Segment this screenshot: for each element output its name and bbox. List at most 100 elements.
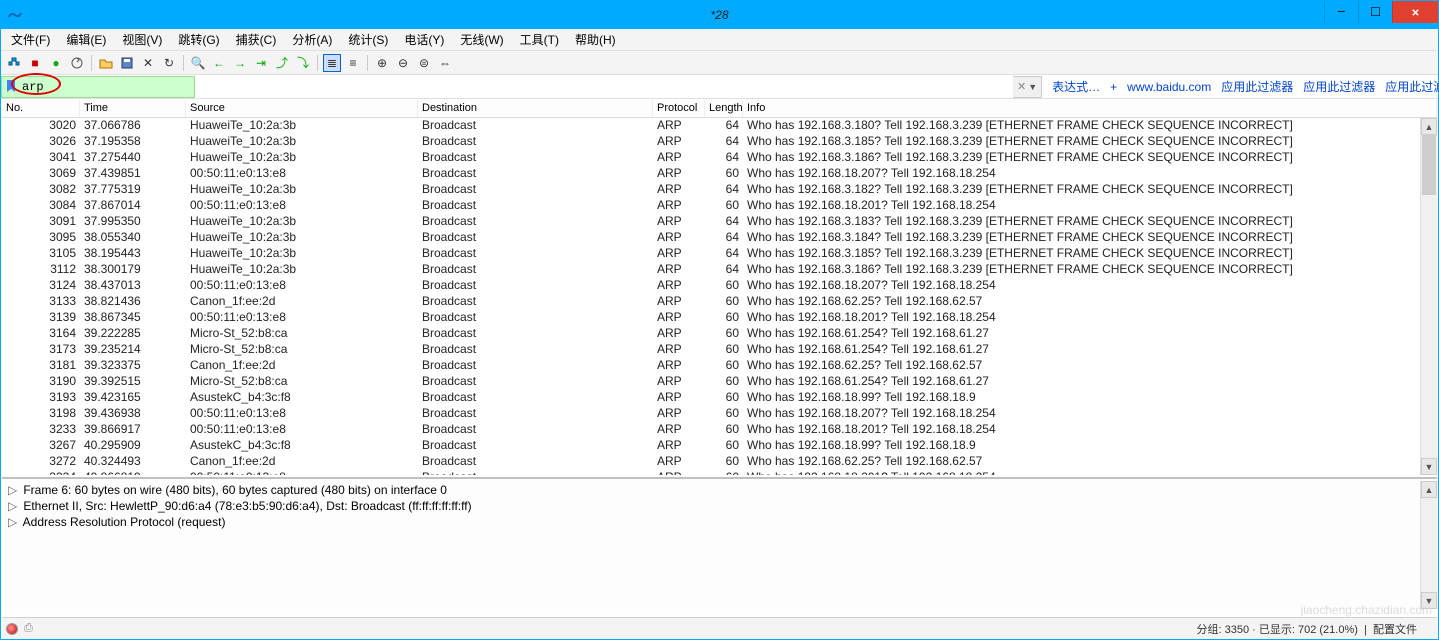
- scroll-down-icon[interactable]: ▼: [1421, 458, 1437, 475]
- apply-filter-1[interactable]: 应用此过滤器: [1221, 78, 1293, 95]
- column-time[interactable]: Time: [80, 100, 186, 117]
- scroll-up-icon[interactable]: ▲: [1421, 118, 1437, 135]
- packet-row[interactable]: 319839.43693800:50:11:e0:13:e8BroadcastA…: [2, 406, 1437, 422]
- cell-info: Who has 192.168.18.201? Tell 192.168.18.…: [743, 310, 1437, 326]
- menu-tools[interactable]: 工具(T): [512, 31, 567, 48]
- cell-len: 64: [705, 230, 743, 246]
- cell-proto: ARP: [653, 470, 705, 475]
- packet-row[interactable]: 326740.295909AsustekC_b4:3c:f8BroadcastA…: [2, 438, 1437, 454]
- menu-help[interactable]: 帮助(H): [567, 31, 624, 48]
- column-protocol[interactable]: Protocol: [653, 100, 705, 117]
- scroll-thumb[interactable]: [1422, 135, 1436, 195]
- menu-capture[interactable]: 捕获(C): [228, 31, 285, 48]
- first-packet-icon[interactable]: ⤴: [273, 54, 291, 72]
- minimize-button[interactable]: ─: [1324, 1, 1358, 23]
- packet-row[interactable]: 333440.86681900:50:11:e0:13:e8BroadcastA…: [2, 470, 1437, 475]
- packet-row[interactable]: 323339.86691700:50:11:e0:13:e8BroadcastA…: [2, 422, 1437, 438]
- forward-icon[interactable]: →: [231, 54, 249, 72]
- interfaces-icon[interactable]: [5, 54, 23, 72]
- reload-icon[interactable]: ↻: [160, 54, 178, 72]
- scroll-up-icon[interactable]: ▲: [1421, 481, 1437, 498]
- restart-capture-icon[interactable]: [68, 54, 86, 72]
- packet-row[interactable]: 319039.392515Micro-St_52:b8:caBroadcastA…: [2, 374, 1437, 390]
- packet-list-header[interactable]: No. Time Source Destination Protocol Len…: [2, 100, 1437, 118]
- packet-row[interactable]: 302637.195358HuaweiTe_10:2a:3bBroadcastA…: [2, 134, 1437, 150]
- detail-item[interactable]: ▷ Ethernet II, Src: HewlettP_90:d6:a4 (7…: [8, 499, 1431, 515]
- cell-time: 39.866917: [80, 422, 186, 438]
- column-destination[interactable]: Destination: [418, 100, 653, 117]
- stop-capture-icon[interactable]: ●: [47, 54, 65, 72]
- apply-filter-3[interactable]: 应用此过滤器: [1385, 78, 1439, 95]
- last-packet-icon[interactable]: ⤵: [294, 54, 312, 72]
- packet-row[interactable]: 317339.235214Micro-St_52:b8:caBroadcastA…: [2, 342, 1437, 358]
- colorize-icon[interactable]: ≡: [344, 54, 362, 72]
- packet-row[interactable]: 304137.275440HuaweiTe_10:2a:3bBroadcastA…: [2, 150, 1437, 166]
- cell-time: 39.323375: [80, 358, 186, 374]
- packet-details-pane[interactable]: ▷ Frame 6: 60 bytes on wire (480 bits), …: [2, 477, 1437, 609]
- jump-icon[interactable]: ⇥: [252, 54, 270, 72]
- column-no[interactable]: No.: [2, 100, 80, 117]
- cell-dst: Broadcast: [418, 214, 653, 230]
- packet-row[interactable]: 313338.821436Canon_1f:ee:2dBroadcastARP6…: [2, 294, 1437, 310]
- menu-analyze[interactable]: 分析(A): [284, 31, 340, 48]
- apply-filter-2[interactable]: 应用此过滤器: [1303, 78, 1375, 95]
- expand-icon[interactable]: ▷: [8, 515, 20, 529]
- add-button[interactable]: +: [1110, 80, 1117, 94]
- menu-wireless[interactable]: 无线(W): [452, 31, 511, 48]
- display-filter-input[interactable]: [1, 76, 195, 98]
- profile-label[interactable]: 配置文件: [1373, 624, 1417, 636]
- bookmark-icon[interactable]: [4, 79, 18, 93]
- menu-stats[interactable]: 统计(S): [340, 31, 396, 48]
- expand-icon[interactable]: ▷: [8, 483, 20, 497]
- close-button[interactable]: ✕: [1392, 1, 1438, 23]
- history-dropdown-icon[interactable]: ▼: [1028, 82, 1037, 92]
- menu-go[interactable]: 跳转(G): [170, 31, 227, 48]
- menu-view[interactable]: 视图(V): [114, 31, 170, 48]
- close-file-icon[interactable]: ✕: [139, 54, 157, 72]
- start-capture-icon[interactable]: ■: [26, 54, 44, 72]
- packet-rows[interactable]: 302037.066786HuaweiTe_10:2a:3bBroadcastA…: [2, 118, 1437, 475]
- column-source[interactable]: Source: [186, 100, 418, 117]
- packet-row[interactable]: 306937.43985100:50:11:e0:13:e8BroadcastA…: [2, 166, 1437, 182]
- packet-row[interactable]: 316439.222285Micro-St_52:b8:caBroadcastA…: [2, 326, 1437, 342]
- expression-button[interactable]: 表达式…: [1052, 78, 1100, 95]
- packet-row[interactable]: 309137.995350HuaweiTe_10:2a:3bBroadcastA…: [2, 214, 1437, 230]
- vertical-scrollbar[interactable]: ▲ ▼: [1420, 118, 1437, 475]
- packet-row[interactable]: 310538.195443HuaweiTe_10:2a:3bBroadcastA…: [2, 246, 1437, 262]
- cell-proto: ARP: [653, 262, 705, 278]
- capture-running-icon[interactable]: ⎙: [24, 622, 33, 635]
- expert-info-icon[interactable]: [6, 623, 18, 635]
- packet-row[interactable]: 308237.775319HuaweiTe_10:2a:3bBroadcastA…: [2, 182, 1437, 198]
- column-length[interactable]: Length: [705, 100, 743, 117]
- packet-row[interactable]: 319339.423165AsustekC_b4:3c:f8BroadcastA…: [2, 390, 1437, 406]
- clear-filter-icon[interactable]: ✕: [1017, 80, 1026, 93]
- packet-row[interactable]: 327240.324493Canon_1f:ee:2dBroadcastARP6…: [2, 454, 1437, 470]
- menu-edit[interactable]: 编辑(E): [58, 31, 114, 48]
- maximize-button[interactable]: ☐: [1358, 1, 1392, 23]
- zoom-in-icon[interactable]: ⊕: [373, 54, 391, 72]
- detail-item[interactable]: ▷ Frame 6: 60 bytes on wire (480 bits), …: [8, 483, 1431, 499]
- find-icon[interactable]: 🔍: [189, 54, 207, 72]
- site-link[interactable]: www.baidu.com: [1127, 80, 1211, 94]
- packet-row[interactable]: 311238.300179HuaweiTe_10:2a:3bBroadcastA…: [2, 262, 1437, 278]
- packet-row[interactable]: 308437.86701400:50:11:e0:13:e8BroadcastA…: [2, 198, 1437, 214]
- zoom-reset-icon[interactable]: ⊜: [415, 54, 433, 72]
- column-info[interactable]: Info: [743, 100, 1437, 117]
- details-scrollbar[interactable]: ▲ ▼: [1420, 481, 1437, 609]
- save-icon[interactable]: [118, 54, 136, 72]
- expand-icon[interactable]: ▷: [8, 499, 20, 513]
- zoom-out-icon[interactable]: ⊖: [394, 54, 412, 72]
- resize-columns-icon[interactable]: ⇔: [436, 54, 454, 72]
- packet-row[interactable]: 313938.86734500:50:11:e0:13:e8BroadcastA…: [2, 310, 1437, 326]
- packet-row[interactable]: 309538.055340HuaweiTe_10:2a:3bBroadcastA…: [2, 230, 1437, 246]
- packet-row[interactable]: 302037.066786HuaweiTe_10:2a:3bBroadcastA…: [2, 118, 1437, 134]
- back-icon[interactable]: ←: [210, 54, 228, 72]
- menu-file[interactable]: 文件(F): [3, 31, 58, 48]
- detail-item[interactable]: ▷ Address Resolution Protocol (request): [8, 515, 1431, 531]
- menu-telephony[interactable]: 电话(Y): [396, 31, 452, 48]
- open-icon[interactable]: [97, 54, 115, 72]
- packet-row[interactable]: 318139.323375Canon_1f:ee:2dBroadcastARP6…: [2, 358, 1437, 374]
- autoscroll-icon[interactable]: ≣: [323, 54, 341, 72]
- scroll-down-icon[interactable]: ▼: [1421, 592, 1437, 609]
- packet-row[interactable]: 312438.43701300:50:11:e0:13:e8BroadcastA…: [2, 278, 1437, 294]
